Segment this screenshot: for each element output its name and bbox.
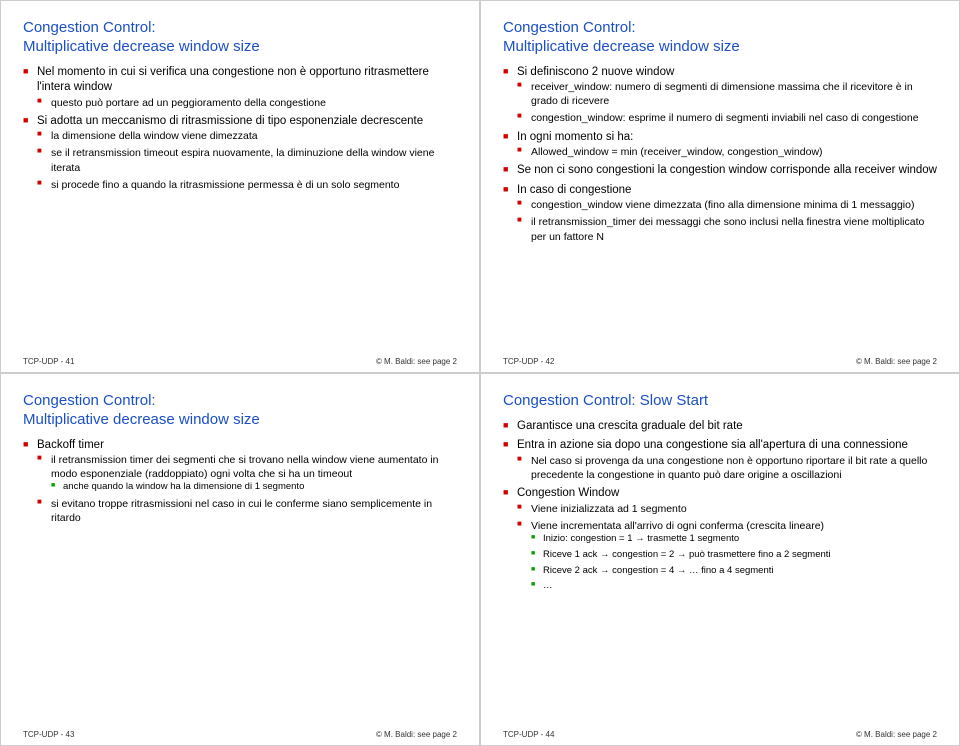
footer-right: © M. Baldi: see page 2 <box>376 730 457 739</box>
item-text: si procede fino a quando la ritrasmissio… <box>51 179 399 191</box>
slide-42: Congestion Control:Multiplicative decrea… <box>480 0 960 373</box>
slide-footer: TCP-UDP - 42 © M. Baldi: see page 2 <box>503 357 937 366</box>
list-item: Viene incrementata all'arrivo di ogni co… <box>517 519 937 593</box>
list-item: Inizio: congestion = 1 → trasmette 1 seg… <box>531 533 937 546</box>
item-text: congestion_window viene dimezzata (fino … <box>531 199 914 211</box>
list-item: Viene inizializzata ad 1 segmento <box>517 502 937 516</box>
item-text: Congestion Window <box>517 487 619 499</box>
list-item: Si definiscono 2 nuove window receiver_w… <box>503 65 937 126</box>
item-text: Inizio: congestion = 1 → trasmette 1 seg… <box>543 533 739 544</box>
item-text: questo può portare ad un peggioramento d… <box>51 97 326 109</box>
item-text: Si definiscono 2 nuove window <box>517 66 674 78</box>
list-item: Congestion Window Viene inizializzata ad… <box>503 486 937 593</box>
list-item: se il retransmission timeout espira nuov… <box>37 146 457 174</box>
slide-title: Congestion Control:Multiplicative decrea… <box>503 19 937 57</box>
item-text: Backoff timer <box>37 439 104 451</box>
slide-43: Congestion Control:Multiplicative decrea… <box>0 373 480 746</box>
list-item: Riceve 1 ack → congestion = 2 → può tras… <box>531 549 937 562</box>
item-text: In ogni momento si ha: <box>517 131 633 143</box>
item-text: si evitano troppe ritrasmissioni nel cas… <box>51 498 432 524</box>
list-item: Nel momento in cui si verifica una conge… <box>23 65 457 110</box>
slide-footer: TCP-UDP - 41 © M. Baldi: see page 2 <box>23 357 457 366</box>
slide-41: Congestion Control:Multiplicative decrea… <box>0 0 480 373</box>
footer-right: © M. Baldi: see page 2 <box>856 357 937 366</box>
item-text: la dimensione della window viene dimezza… <box>51 130 258 142</box>
item-text: congestion_window: esprime il numero di … <box>531 112 919 124</box>
list-item: si evitano troppe ritrasmissioni nel cas… <box>37 497 457 525</box>
list-item: receiver_window: numero di segmenti di d… <box>517 80 937 108</box>
footer-left: TCP-UDP - 42 <box>503 357 554 366</box>
slide-44: Congestion Control: Slow Start Garantisc… <box>480 373 960 746</box>
slide-footer: TCP-UDP - 43 © M. Baldi: see page 2 <box>23 730 457 739</box>
item-text: In caso di congestione <box>517 184 631 196</box>
list-item: si procede fino a quando la ritrasmissio… <box>37 178 457 192</box>
item-text: Riceve 2 ack → congestion = 4 → … fino a… <box>543 565 774 576</box>
list-item: Backoff timer il retransmission timer de… <box>23 438 457 526</box>
list-item: Riceve 2 ack → congestion = 4 → … fino a… <box>531 565 937 578</box>
item-text: Si adotta un meccanismo di ritrasmission… <box>37 115 423 127</box>
item-text: il retransmission_timer dei messaggi che… <box>531 216 924 242</box>
footer-left: TCP-UDP - 44 <box>503 730 554 739</box>
bullet-list: Backoff timer il retransmission timer de… <box>23 438 457 526</box>
item-text: anche quando la window ha la dimensione … <box>63 481 304 492</box>
list-item: la dimensione della window viene dimezza… <box>37 129 457 143</box>
bullet-list: Si definiscono 2 nuove window receiver_w… <box>503 65 937 244</box>
list-item: Si adotta un meccanismo di ritrasmission… <box>23 114 457 192</box>
item-text: Se non ci sono congestioni la congestion… <box>517 164 937 176</box>
item-text: … <box>543 580 553 591</box>
slide-title: Congestion Control: Slow Start <box>503 392 937 411</box>
item-text: Garantisce una crescita graduale del bit… <box>517 420 743 432</box>
item-text: Riceve 1 ack → congestion = 2 → può tras… <box>543 549 831 560</box>
list-item: questo può portare ad un peggioramento d… <box>37 96 457 110</box>
item-text: receiver_window: numero di segmenti di d… <box>531 81 913 107</box>
list-item: Allowed_window = min (receiver_window, c… <box>517 145 937 159</box>
slide-title: Congestion Control:Multiplicative decrea… <box>23 19 457 57</box>
list-item: … <box>531 580 937 593</box>
item-text: se il retransmission timeout espira nuov… <box>51 147 434 173</box>
list-item: il retransmission timer dei segmenti che… <box>37 453 457 494</box>
footer-right: © M. Baldi: see page 2 <box>376 357 457 366</box>
list-item: anche quando la window ha la dimensione … <box>51 481 457 494</box>
list-item: Entra in azione sia dopo una congestione… <box>503 438 937 482</box>
list-item: Nel caso si provenga da una congestione … <box>517 454 937 482</box>
item-text: Nel caso si provenga da una congestione … <box>531 455 927 481</box>
list-item: il retransmission_timer dei messaggi che… <box>517 215 937 243</box>
item-text: Entra in azione sia dopo una congestione… <box>517 439 908 451</box>
bullet-list: Garantisce una crescita graduale del bit… <box>503 419 937 593</box>
footer-left: TCP-UDP - 43 <box>23 730 74 739</box>
item-text: il retransmission timer dei segmenti che… <box>51 454 439 480</box>
list-item: In ogni momento si ha: Allowed_window = … <box>503 130 937 160</box>
slides-grid: Congestion Control:Multiplicative decrea… <box>0 0 960 746</box>
list-item: Garantisce una crescita graduale del bit… <box>503 419 937 435</box>
footer-left: TCP-UDP - 41 <box>23 357 74 366</box>
footer-right: © M. Baldi: see page 2 <box>856 730 937 739</box>
list-item: In caso di congestione congestion_window… <box>503 183 937 244</box>
slide-footer: TCP-UDP - 44 © M. Baldi: see page 2 <box>503 730 937 739</box>
list-item: congestion_window: esprime il numero di … <box>517 111 937 125</box>
item-text: Viene inizializzata ad 1 segmento <box>531 503 687 515</box>
item-text: Allowed_window = min (receiver_window, c… <box>531 146 823 158</box>
item-text: Viene incrementata all'arrivo di ogni co… <box>531 520 824 532</box>
bullet-list: Nel momento in cui si verifica una conge… <box>23 65 457 192</box>
item-text: Nel momento in cui si verifica una conge… <box>37 66 429 94</box>
slide-title: Congestion Control:Multiplicative decrea… <box>23 392 457 430</box>
list-item: congestion_window viene dimezzata (fino … <box>517 198 937 212</box>
list-item: Se non ci sono congestioni la congestion… <box>503 163 937 179</box>
